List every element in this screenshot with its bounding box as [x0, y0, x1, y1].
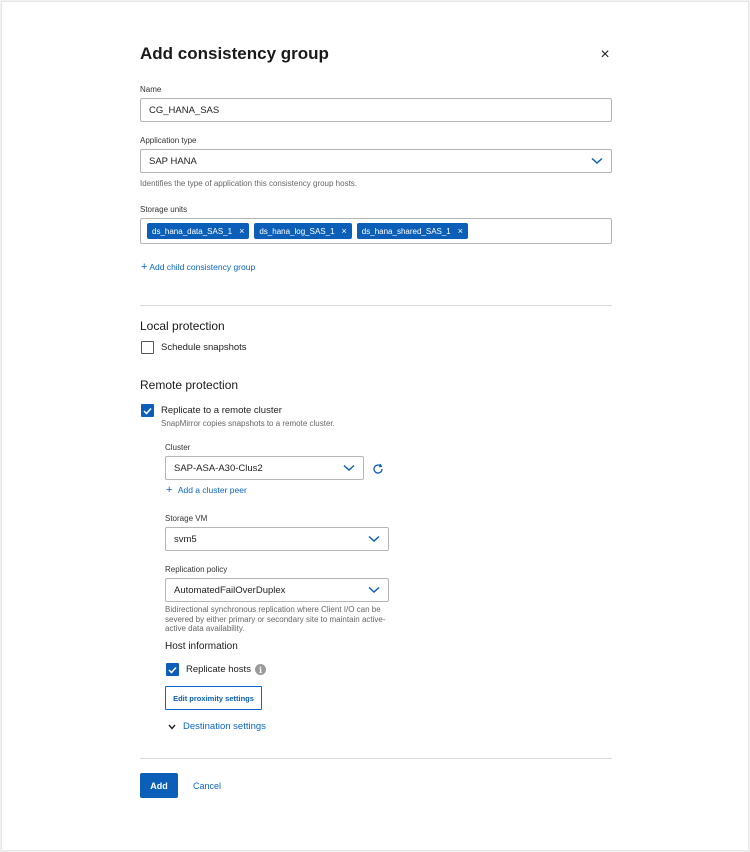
storage-unit-token: ds_hana_shared_SAS_1 × [356, 223, 469, 239]
replicate-hosts-label: Replicate hosts [186, 664, 251, 675]
close-icon[interactable]: × [596, 46, 614, 64]
destination-settings-label: Destination settings [183, 721, 266, 732]
replication-policy-select[interactable]: AutomatedFailOverDuplex [165, 578, 389, 602]
replicate-remote-cluster-help: SnapMirror copies snapshots to a remote … [161, 419, 335, 428]
refresh-icon[interactable] [372, 463, 384, 475]
schedule-snapshots-checkbox[interactable] [141, 341, 154, 354]
storage-unit-token: ds_hana_log_SAS_1 × [254, 223, 352, 239]
application-type-help: Identifies the type of application this … [140, 179, 358, 188]
replicate-remote-cluster-checkbox[interactable] [141, 404, 154, 417]
storage-unit-token: ds_hana_data_SAS_1 × [147, 223, 250, 239]
application-type-value: SAP HANA [149, 155, 197, 167]
add-child-consistency-group-link[interactable]: + Add child consistency group [141, 261, 255, 273]
replication-policy-help-line: severed by either primary or secondary s… [165, 614, 386, 624]
footer-divider [140, 758, 612, 759]
add-cluster-peer-link[interactable]: + Add a cluster peer [166, 484, 247, 496]
name-input-value: CG_HANA_SAS [149, 104, 220, 116]
token-label: ds_hana_data_SAS_1 [152, 226, 233, 236]
cluster-select[interactable]: SAP-ASA-A30-Clus2 [165, 456, 364, 480]
replication-policy-help-line: active data availability. [165, 624, 245, 633]
replication-policy-value: AutomatedFailOverDuplex [174, 584, 286, 596]
token-label: ds_hana_log_SAS_1 [259, 226, 335, 236]
plus-icon: + [166, 484, 173, 496]
cluster-label: Cluster [165, 443, 191, 452]
checkmark-icon [168, 666, 177, 674]
chevron-down-icon [368, 535, 380, 543]
checkmark-icon [143, 407, 152, 415]
add-child-label: Add child consistency group [149, 262, 256, 272]
storage-vm-value: svm5 [174, 533, 197, 545]
name-label: Name [140, 85, 162, 94]
plus-icon: + [141, 261, 148, 273]
chevron-down-icon [168, 724, 176, 730]
chevron-down-icon [343, 464, 355, 472]
replication-policy-help-line: Bidirectional synchronous replication wh… [165, 605, 381, 614]
local-protection-heading: Local protection [140, 319, 225, 333]
dialog-title: Add consistency group [140, 44, 329, 63]
application-type-select[interactable]: SAP HANA [140, 149, 612, 173]
add-button[interactable]: Add [140, 773, 178, 798]
token-label: ds_hana_shared_SAS_1 [361, 226, 451, 236]
add-consistency-group-dialog: Add consistency group × Name CG_HANA_SAS… [1, 1, 749, 851]
info-icon[interactable]: i [255, 664, 266, 675]
replication-policy-label: Replication policy [165, 565, 228, 574]
remote-protection-heading: Remote protection [140, 378, 239, 392]
schedule-snapshots-label: Schedule snapshots [161, 342, 247, 353]
application-type-label: Application type [140, 136, 197, 145]
chevron-down-icon [591, 157, 603, 165]
replicate-hosts-checkbox[interactable] [166, 663, 179, 676]
remove-token-icon[interactable]: × [458, 226, 463, 236]
name-input[interactable]: CG_HANA_SAS [140, 98, 612, 122]
chevron-down-icon [368, 586, 380, 594]
edit-proximity-settings-button[interactable]: Edit proximity settings [165, 686, 262, 710]
storage-vm-label: Storage VM [165, 514, 208, 523]
host-information-heading: Host information [165, 641, 238, 652]
section-divider [140, 305, 612, 306]
add-cluster-peer-label: Add a cluster peer [177, 485, 247, 495]
storage-units-input[interactable]: ds_hana_data_SAS_1 × ds_hana_log_SAS_1 ×… [140, 218, 612, 244]
cancel-button[interactable]: Cancel [193, 781, 221, 791]
cluster-value: SAP-ASA-A30-Clus2 [174, 462, 263, 474]
destination-settings-toggle[interactable]: Destination settings [168, 721, 266, 732]
storage-vm-select[interactable]: svm5 [165, 527, 389, 551]
remove-token-icon[interactable]: × [342, 226, 347, 236]
replication-policy-help: Bidirectional synchronous replication wh… [165, 605, 395, 634]
remove-token-icon[interactable]: × [239, 226, 244, 236]
storage-units-label: Storage units [140, 205, 188, 214]
replicate-remote-cluster-label: Replicate to a remote cluster [161, 405, 282, 416]
